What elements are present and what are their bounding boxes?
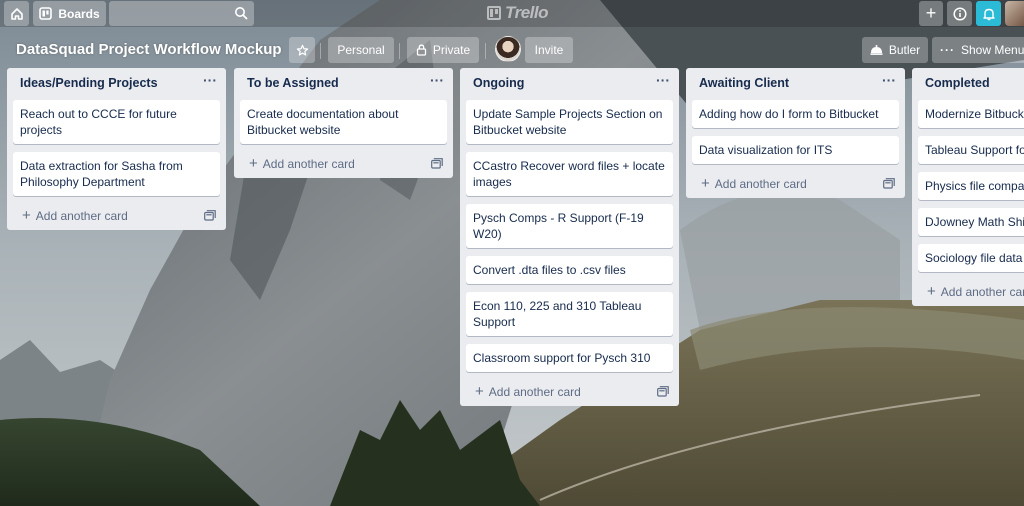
list-to-be-assigned: To be Assigned ··· Create documentation … xyxy=(234,68,453,178)
card-container: Adding how do I form to Bitbucket Data v… xyxy=(686,100,905,164)
member-avatar[interactable] xyxy=(495,36,521,62)
user-avatar[interactable] xyxy=(1005,1,1024,26)
butler-icon xyxy=(870,45,883,55)
add-card-button[interactable]: + Add another card xyxy=(7,202,226,230)
card[interactable]: Physics file compar xyxy=(918,172,1024,200)
card[interactable]: DJowney Math Shin xyxy=(918,208,1024,236)
list-more-icon[interactable]: ··· xyxy=(203,72,217,88)
notifications-button[interactable] xyxy=(976,1,1001,26)
add-card-label: Add another card xyxy=(714,177,807,191)
card[interactable]: Modernize Bitbucket xyxy=(918,100,1024,128)
invite-label: Invite xyxy=(534,43,564,57)
card[interactable]: Classroom support for Pysch 310 xyxy=(466,344,673,372)
card[interactable]: Create documentation about Bitbucket web… xyxy=(240,100,447,144)
card[interactable]: Update Sample Projects Section on Bitbuc… xyxy=(466,100,673,144)
list-header[interactable]: Ongoing ··· xyxy=(460,68,679,100)
list-header[interactable]: Ideas/Pending Projects ··· xyxy=(7,68,226,100)
list-header[interactable]: Awaiting Client ··· xyxy=(686,68,905,100)
trello-logo-icon xyxy=(487,6,501,20)
plus-icon: + xyxy=(249,155,258,172)
card-container: Modernize Bitbucket Tableau Support fo P… xyxy=(912,100,1024,272)
list-awaiting-client: Awaiting Client ··· Adding how do I form… xyxy=(686,68,905,198)
card[interactable]: Reach out to CCCE for future projects xyxy=(13,100,220,144)
add-card-label: Add another car xyxy=(940,285,1024,299)
star-icon xyxy=(296,44,308,56)
visibility-button[interactable]: Private xyxy=(407,37,479,63)
add-card-button[interactable]: + Add another car xyxy=(912,278,1024,306)
plus-icon: + xyxy=(701,175,710,192)
butler-button[interactable]: Butler xyxy=(862,37,928,63)
add-card-label: Add another card xyxy=(35,209,128,223)
list-header[interactable]: To be Assigned ··· xyxy=(234,68,453,100)
card[interactable]: Sociology file data xyxy=(918,244,1024,272)
card-template-icon[interactable] xyxy=(883,178,895,189)
list-ideas-pending: Ideas/Pending Projects ··· Reach out to … xyxy=(7,68,226,230)
add-card-button[interactable]: + Add another card xyxy=(234,150,453,178)
star-board-button[interactable] xyxy=(289,37,315,63)
card[interactable]: Pysch Comps - R Support (F-19 W20) xyxy=(466,204,673,248)
plus-icon: + xyxy=(475,383,484,400)
personal-label: Personal xyxy=(337,43,385,57)
plus-icon: + xyxy=(925,3,937,23)
butler-label: Butler xyxy=(888,43,921,57)
list-title[interactable]: Awaiting Client xyxy=(699,76,789,90)
search-input[interactable] xyxy=(109,1,254,26)
card[interactable]: CCastro Recover word files + locate imag… xyxy=(466,152,673,196)
private-label: Private xyxy=(432,43,471,57)
plus-icon: + xyxy=(22,207,31,224)
card[interactable]: Data visualization for ITS xyxy=(692,136,899,164)
card-template-icon[interactable] xyxy=(431,158,443,169)
boards-icon xyxy=(39,7,53,20)
card-container: Update Sample Projects Section on Bitbuc… xyxy=(460,100,679,372)
show-menu-button[interactable]: ··· Show Menu xyxy=(932,37,1024,63)
list-completed: Completed Modernize Bitbucket Tableau Su… xyxy=(912,68,1024,306)
info-button[interactable] xyxy=(947,1,972,26)
list-title[interactable]: To be Assigned xyxy=(247,76,339,90)
info-icon xyxy=(952,6,967,21)
boards-button[interactable]: Boards xyxy=(33,1,106,26)
list-more-icon[interactable]: ··· xyxy=(882,72,896,88)
home-icon xyxy=(10,7,23,20)
list-ongoing: Ongoing ··· Update Sample Projects Secti… xyxy=(460,68,679,406)
trello-logo-text: Trello xyxy=(505,3,548,22)
header-divider xyxy=(399,43,400,59)
add-card-label: Add another card xyxy=(488,385,581,399)
lock-icon xyxy=(416,44,426,56)
header-divider xyxy=(485,43,486,59)
list-title[interactable]: Completed xyxy=(925,76,990,90)
add-card-label: Add another card xyxy=(262,157,355,171)
board-header: DataSquad Project Workflow Mockup Person… xyxy=(0,35,1024,65)
search-icon xyxy=(235,7,248,20)
card[interactable]: Adding how do I form to Bitbucket xyxy=(692,100,899,128)
add-card-button[interactable]: + Add another card xyxy=(460,378,679,406)
card[interactable]: Convert .dta files to .csv files xyxy=(466,256,673,284)
card[interactable]: Tableau Support fo xyxy=(918,136,1024,164)
trello-logo[interactable]: Trello xyxy=(487,3,548,23)
list-title[interactable]: Ongoing xyxy=(473,76,524,90)
card-template-icon[interactable] xyxy=(204,210,216,221)
list-more-icon[interactable]: ··· xyxy=(430,72,444,88)
card-container: Reach out to CCCE for future projects Da… xyxy=(7,100,226,196)
add-card-button[interactable]: + Add another card xyxy=(686,170,905,198)
more-dots-icon: ··· xyxy=(940,43,955,57)
header-divider xyxy=(320,43,321,59)
card-template-icon[interactable] xyxy=(657,386,669,397)
board-title[interactable]: DataSquad Project Workflow Mockup xyxy=(8,36,290,64)
boards-label: Boards xyxy=(58,6,100,21)
personal-team-button[interactable]: Personal xyxy=(328,37,394,63)
card-container: Create documentation about Bitbucket web… xyxy=(234,100,453,144)
card[interactable]: Data extraction for Sasha from Philosoph… xyxy=(13,152,220,196)
bell-icon xyxy=(982,8,995,20)
invite-button[interactable]: Invite xyxy=(525,37,573,63)
create-button[interactable]: + xyxy=(919,1,943,26)
plus-icon: + xyxy=(927,283,936,300)
list-title[interactable]: Ideas/Pending Projects xyxy=(20,76,158,90)
top-navigation-bar: Boards Trello + xyxy=(0,0,1024,27)
home-button[interactable] xyxy=(4,1,29,26)
list-header[interactable]: Completed xyxy=(912,68,1024,100)
list-more-icon[interactable]: ··· xyxy=(656,72,670,88)
show-menu-label: Show Menu xyxy=(961,43,1024,57)
card[interactable]: Econ 110, 225 and 310 Tableau Support xyxy=(466,292,673,336)
